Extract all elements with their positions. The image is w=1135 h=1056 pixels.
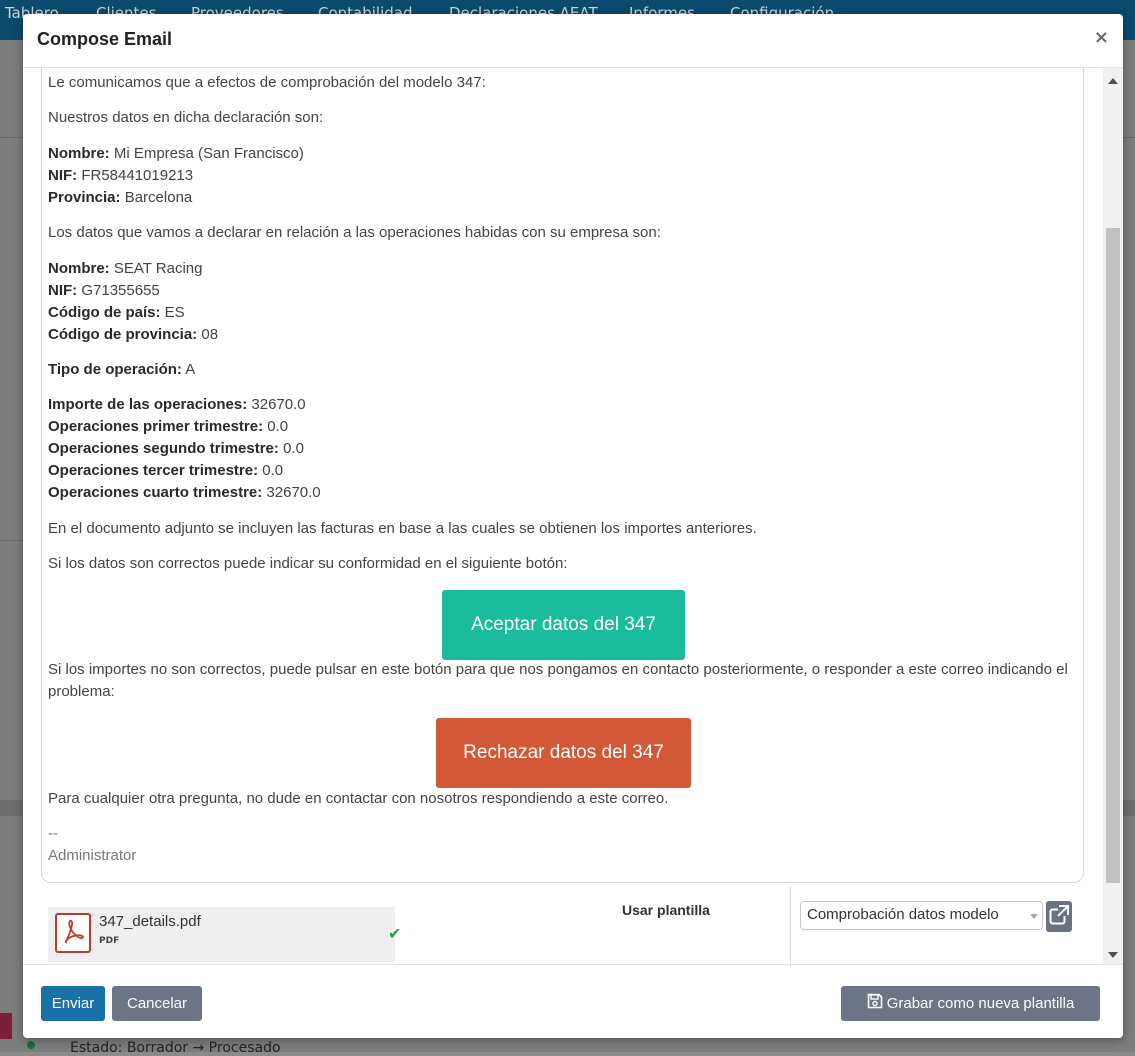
cancel-button[interactable]: Cancelar	[112, 986, 202, 1021]
bg-divider	[0, 800, 23, 816]
edit-template-button[interactable]	[1046, 901, 1072, 932]
template-selected-value: Comprobación datos modelo	[807, 906, 999, 923]
template-divider	[790, 887, 791, 967]
scroll-down-icon[interactable]	[1108, 952, 1118, 958]
external-link-icon	[1049, 905, 1069, 925]
field-value: 0.0	[267, 418, 289, 435]
modal-title: Compose Email	[37, 29, 173, 49]
template-select[interactable]: Comprobación datos modelo	[800, 901, 1043, 930]
attachment-card[interactable]: 347_details.pdf PDF ✔	[48, 907, 401, 962]
accept-347-button[interactable]: Aceptar datos del 347	[442, 590, 685, 660]
email-operation-type: Tipo de operación: A	[48, 359, 1077, 381]
field-label: Operaciones cuarto trimestre:	[48, 484, 263, 501]
field-value: A	[185, 361, 196, 378]
scroll-thumb[interactable]	[1106, 228, 1120, 883]
field-value: 0.0	[262, 462, 284, 479]
email-reject-note: Si los importes no son correctos, puede …	[48, 661, 1068, 700]
field-label: Código de provincia:	[48, 326, 198, 343]
field-label: Operaciones primer trimestre:	[48, 418, 264, 435]
save-as-template-button[interactable]: Grabar como nueva plantilla	[841, 986, 1100, 1021]
bg-divider	[1123, 800, 1135, 816]
field-label: Operaciones segundo trimestre:	[48, 440, 279, 457]
chevron-down-icon	[1030, 914, 1038, 919]
modal-header: Compose Email ×	[23, 14, 1123, 68]
email-our-data-heading: Nuestros datos en dicha declaración son:	[48, 109, 324, 126]
background-status-dot	[27, 1041, 35, 1049]
field-value: 32670.0	[266, 484, 321, 501]
field-value: Barcelona	[124, 189, 193, 206]
email-closing: Para cualquier otra pregunta, no dude en…	[48, 790, 669, 807]
field-label: NIF:	[48, 282, 78, 299]
attachment-file-type: PDF	[99, 936, 120, 946]
field-value: 0.0	[283, 440, 304, 457]
compose-email-modal: Compose Email × Le comunicamos que a efe…	[23, 14, 1123, 1038]
modal-body: Le comunicamos que a efectos de comproba…	[23, 68, 1123, 964]
template-label: Usar plantilla	[622, 902, 710, 918]
close-icon[interactable]: ×	[1094, 27, 1109, 48]
signature-separator: --	[48, 825, 58, 842]
field-label: Nombre:	[48, 260, 110, 277]
field-value: 32670.0	[251, 396, 306, 413]
modal-footer: Enviar Cancelar Grabar como nueva planti…	[23, 964, 1123, 1038]
bg-divider	[0, 137, 23, 138]
email-attachment-note: En el documento adjunto se incluyen las …	[48, 520, 757, 537]
field-value: G71355655	[81, 282, 160, 299]
bg-status-text: Estado: Borrador → Procesado	[70, 1040, 281, 1056]
email-confirm-note: Si los datos son correctos puede indicar…	[48, 555, 568, 572]
field-value: FR58441019213	[81, 167, 194, 184]
field-label: Código de país:	[48, 304, 161, 321]
email-partner-data: Nombre: SEAT Racing NIF: G71355655 Códig…	[48, 258, 1077, 346]
field-label: Operaciones tercer trimestre:	[48, 462, 259, 479]
field-value: ES	[164, 304, 185, 321]
check-icon: ✔	[388, 924, 402, 943]
bg-divider	[1123, 137, 1135, 138]
field-label: Tipo de operación:	[48, 361, 182, 378]
field-value: Mi Empresa (San Francisco)	[113, 145, 304, 162]
email-declare-heading: Los datos que vamos a declarar en relaci…	[48, 224, 661, 241]
field-label: Nombre:	[48, 145, 110, 162]
email-our-data: Nombre: Mi Empresa (San Francisco) NIF: …	[48, 143, 1077, 209]
field-label: Importe de las operaciones:	[48, 396, 248, 413]
background-tab-marker	[0, 1013, 12, 1039]
scroll-up-icon[interactable]	[1108, 78, 1118, 84]
signature-name: Administrator	[48, 847, 137, 864]
bg-divider	[0, 540, 23, 541]
email-body-editor[interactable]: Le comunicamos que a efectos de comproba…	[41, 68, 1084, 883]
email-amounts: Importe de las operaciones: 32670.0 Oper…	[48, 394, 1077, 504]
save-as-template-label: Grabar como nueva plantilla	[886, 995, 1075, 1012]
modal-scrollbar[interactable]	[1103, 68, 1123, 964]
save-icon	[867, 987, 883, 1022]
send-button[interactable]: Enviar	[41, 986, 105, 1021]
field-value: 08	[201, 326, 219, 343]
attachment-file-name: 347_details.pdf	[99, 913, 201, 930]
pdf-file-icon	[55, 913, 91, 953]
field-label: NIF:	[48, 167, 78, 184]
field-label: Provincia:	[48, 189, 121, 206]
email-intro: Le comunicamos que a efectos de comproba…	[48, 74, 486, 91]
field-value: SEAT Racing	[113, 260, 203, 277]
reject-347-button[interactable]: Rechazar datos del 347	[436, 718, 691, 788]
